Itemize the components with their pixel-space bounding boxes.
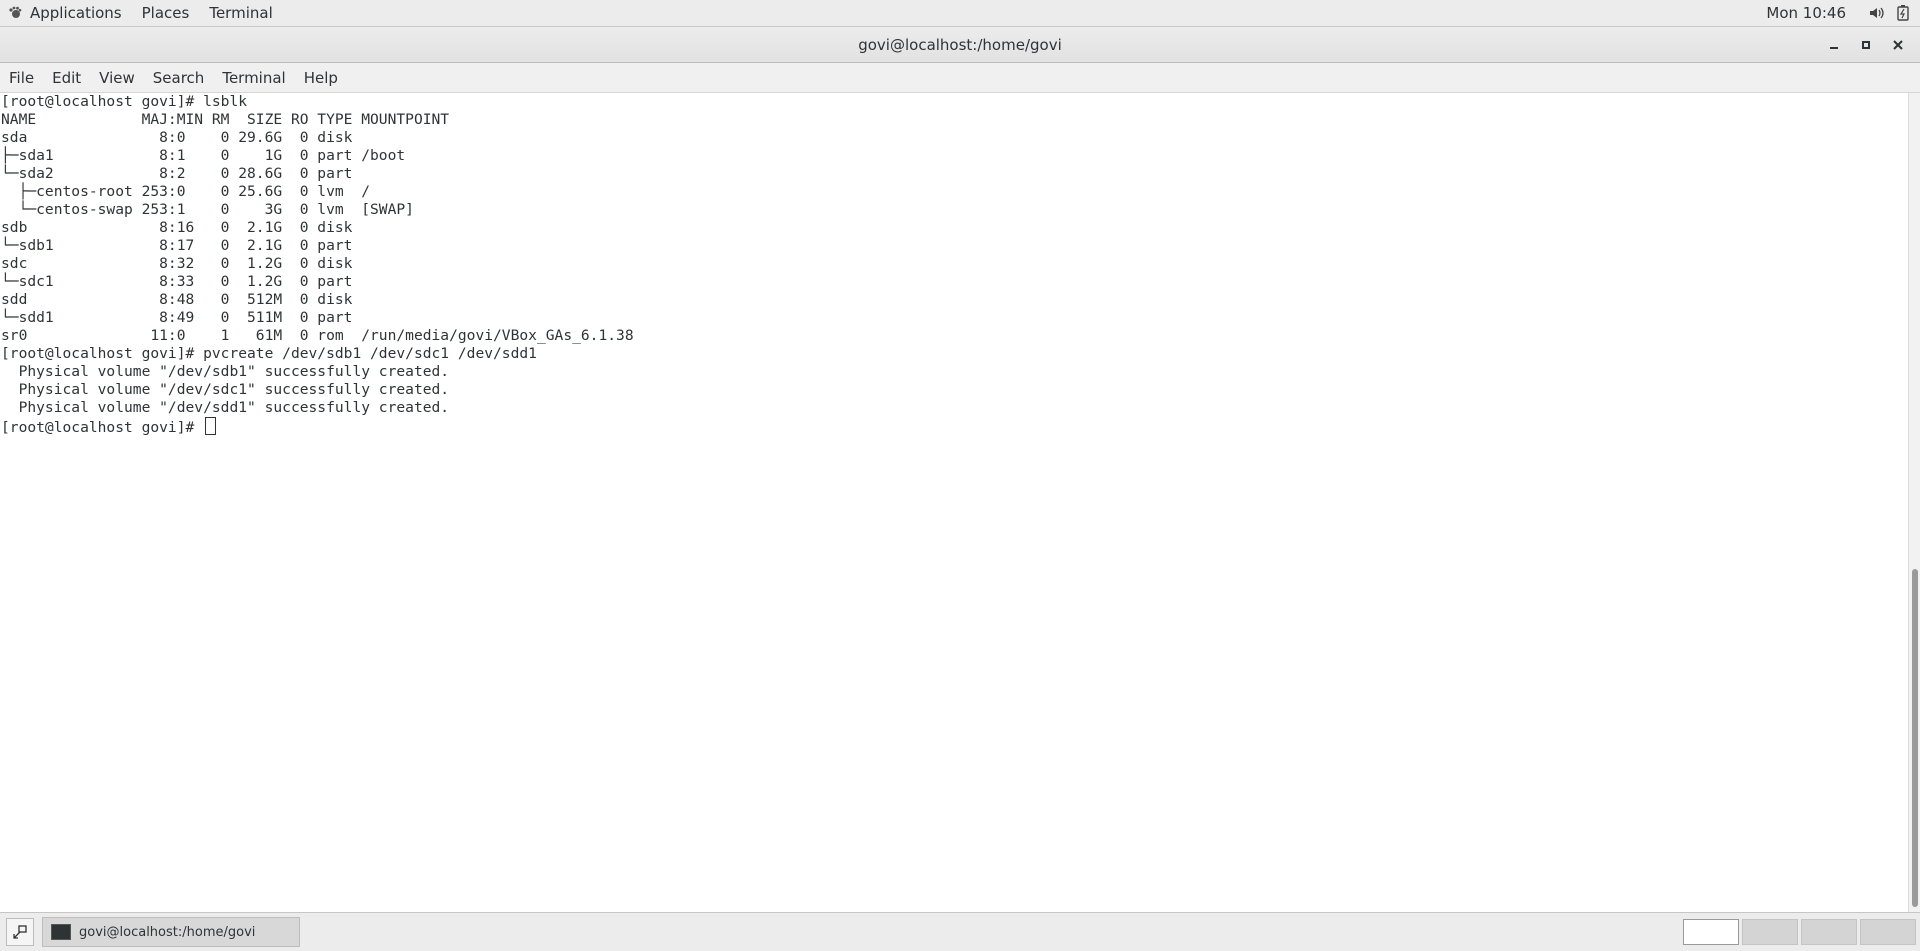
menu-search-label: Search — [152, 68, 205, 87]
scrollbar-thumb[interactable] — [1912, 569, 1918, 907]
bottom-taskbar: govi@localhost:/home/govi — [0, 912, 1920, 951]
terminal-line: NAME MAJ:MIN RM SIZE RO TYPE MOUNTPOINT — [1, 111, 450, 128]
terminal-line: [root@localhost govi]# pvcreate /dev/sdb… — [1, 345, 537, 362]
close-button[interactable] — [1882, 29, 1914, 61]
terminal-line: └─sdb1 8:17 0 2.1G 0 part — [1, 237, 362, 254]
applications-menu[interactable]: Applications — [0, 0, 132, 26]
workspace-2[interactable] — [1742, 919, 1798, 945]
applications-label: Applications — [30, 4, 122, 22]
show-desktop-icon — [13, 925, 27, 939]
text-cursor — [205, 417, 217, 435]
terminal-scrollbar[interactable] — [1908, 93, 1920, 912]
menu-help[interactable]: Help — [295, 63, 347, 92]
window-title: govi@localhost:/home/govi — [858, 35, 1062, 54]
window-titlebar[interactable]: govi@localhost:/home/govi — [0, 27, 1920, 63]
terminal-menubar: File Edit View Search Terminal Help — [0, 63, 1920, 93]
menu-search[interactable]: Search — [144, 63, 214, 92]
terminal-line: └─centos-swap 253:1 0 3G 0 lvm [SWAP] — [1, 201, 414, 218]
menu-help-label: Help — [303, 68, 338, 87]
terminal-prompt: [root@localhost govi]# — [1, 419, 204, 436]
terminal-line: Physical volume "/dev/sdb1" successfully… — [1, 363, 450, 380]
show-desktop-button[interactable] — [6, 918, 34, 946]
minimize-button[interactable] — [1818, 29, 1850, 61]
taskbar-window-button[interactable]: govi@localhost:/home/govi — [42, 917, 300, 947]
window-controls — [1818, 27, 1914, 62]
terminal-app-menu[interactable]: Terminal — [199, 0, 282, 26]
terminal-line: [root@localhost govi]# lsblk — [1, 93, 248, 110]
terminal-line: ├─centos-root 253:0 0 25.6G 0 lvm / — [1, 183, 371, 200]
battery-icon[interactable] — [1894, 4, 1912, 22]
menu-file[interactable]: File — [0, 63, 43, 92]
top-panel: Applications Places Terminal Mon 10:46 — [0, 0, 1920, 27]
menu-view[interactable]: View — [90, 63, 144, 92]
clock[interactable]: Mon 10:46 — [1766, 4, 1846, 22]
workspace-4[interactable] — [1860, 919, 1916, 945]
terminal-prompt-line[interactable]: [root@localhost govi]# — [0, 417, 1908, 436]
terminal-line: ├─sda1 8:1 0 1G 0 part /boot — [1, 147, 406, 164]
workspace-3[interactable] — [1801, 919, 1857, 945]
terminal-line: └─sda2 8:2 0 28.6G 0 part — [1, 165, 362, 182]
workspace-switcher — [1680, 919, 1916, 945]
taskbar-window-label: govi@localhost:/home/govi — [79, 924, 256, 940]
terminal-line: sdd 8:48 0 512M 0 disk — [1, 291, 362, 308]
top-panel-menus: Applications Places Terminal — [0, 0, 283, 26]
workspace-1[interactable] — [1683, 919, 1739, 945]
maximize-button[interactable] — [1850, 29, 1882, 61]
menu-view-label: View — [99, 68, 135, 87]
terminal-line: Physical volume "/dev/sdd1" successfully… — [1, 399, 450, 416]
system-tray: Mon 10:46 — [1766, 0, 1920, 26]
maximize-icon — [1862, 40, 1870, 49]
close-icon — [1893, 39, 1903, 50]
menu-edit-label: Edit — [52, 68, 82, 87]
places-label: Places — [141, 4, 190, 22]
terminal-icon — [51, 924, 71, 940]
terminal-line: sr0 11:0 1 61M 0 rom /run/media/govi/VBo… — [1, 327, 634, 344]
terminal-line: sda 8:0 0 29.6G 0 disk — [1, 129, 362, 146]
terminal-line: sdb 8:16 0 2.1G 0 disk — [1, 219, 362, 236]
minimize-icon — [1830, 46, 1838, 49]
terminal-line: sdc 8:32 0 1.2G 0 disk — [1, 255, 362, 272]
menu-terminal-label: Terminal — [222, 68, 286, 87]
menu-file-label: File — [9, 68, 35, 87]
volume-icon[interactable] — [1868, 4, 1886, 22]
gnome-foot-icon — [8, 6, 22, 20]
terminal-line: Physical volume "/dev/sdc1" successfully… — [1, 381, 450, 398]
menu-terminal[interactable]: Terminal — [213, 63, 294, 92]
terminal-app-label: Terminal — [209, 4, 273, 22]
terminal-line: └─sdc1 8:33 0 1.2G 0 part — [1, 273, 362, 290]
places-menu[interactable]: Places — [132, 0, 200, 26]
menu-edit[interactable]: Edit — [43, 63, 90, 92]
terminal-line: └─sdd1 8:49 0 511M 0 part — [1, 309, 362, 326]
terminal-output[interactable]: [root@localhost govi]# lsblk NAME MAJ:MI… — [0, 93, 1908, 912]
